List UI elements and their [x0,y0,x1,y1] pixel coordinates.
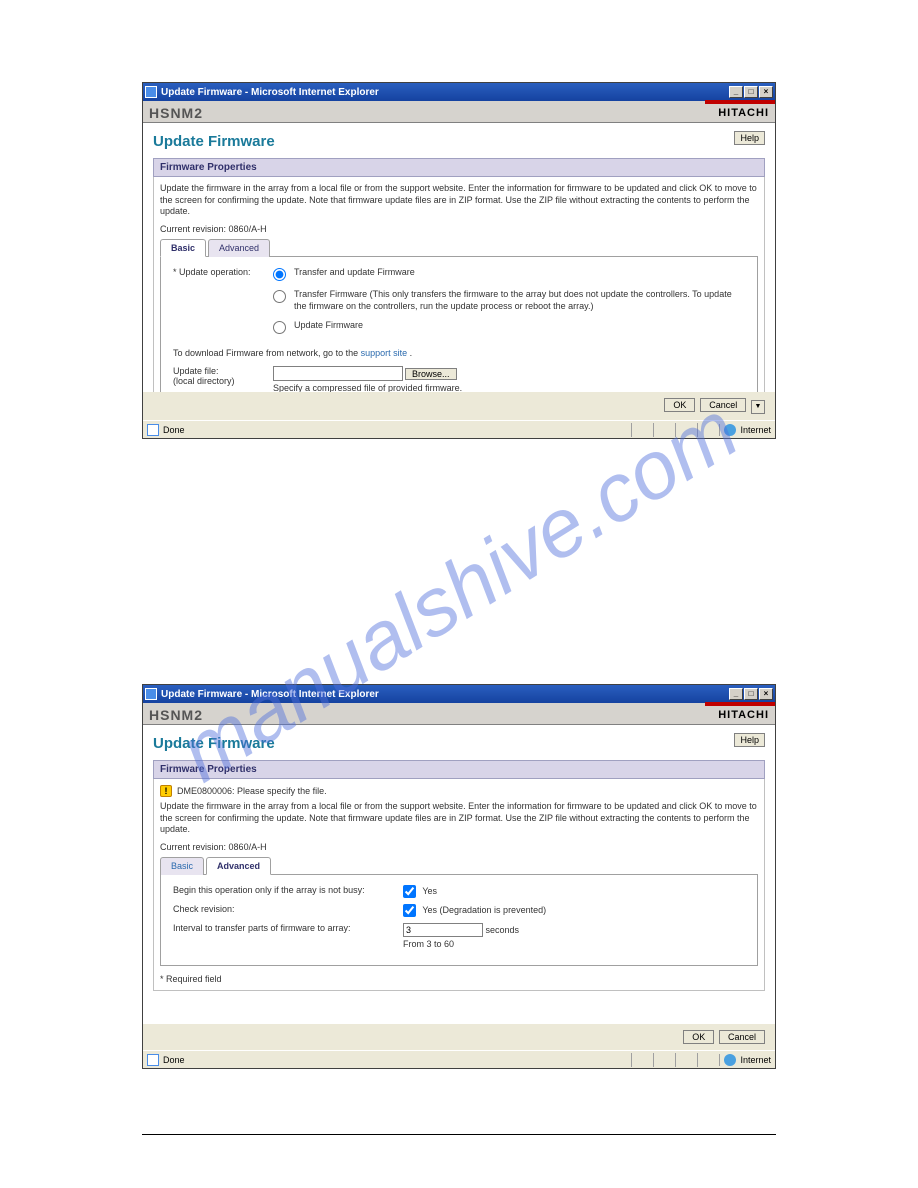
help-button[interactable]: Help [734,733,765,747]
update-file-sublabel: (local directory) [173,376,273,386]
maximize-button[interactable]: □ [744,86,758,98]
ok-button[interactable]: OK [683,1030,714,1044]
zone-label: Internet [740,1055,771,1065]
close-button[interactable]: × [759,86,773,98]
security-zone: Internet [719,1054,771,1066]
required-field-note: * Required field [160,974,758,984]
app-name: HSNM2 [143,703,775,727]
description-text: Update the firmware in the array from a … [160,801,758,836]
zone-label: Internet [740,425,771,435]
interval-input[interactable] [403,923,483,937]
download-text: To download Firmware from network, go to… [173,348,745,358]
check-revision-checkbox[interactable] [403,904,416,917]
panel-body: ! DME0800006: Please specify the file. U… [153,779,765,991]
tab-advanced[interactable]: Advanced [206,857,271,875]
page-icon [147,424,159,436]
close-button[interactable]: × [759,688,773,700]
begin-operation-label: Begin this operation only if the array i… [173,885,403,895]
panel-header: Firmware Properties [153,760,765,779]
alert-message: ! DME0800006: Please specify the file. [160,785,758,797]
file-hint: Specify a compressed file of provided fi… [273,383,745,392]
titlebar: Update Firmware - Microsoft Internet Exp… [143,685,775,703]
tab-basic[interactable]: Basic [160,857,204,875]
maximize-button[interactable]: □ [744,688,758,700]
cancel-button[interactable]: Cancel [700,398,746,412]
update-operation-label: * Update operation: [173,267,273,277]
window-title: Update Firmware - Microsoft Internet Exp… [161,689,728,700]
status-text: Done [163,425,631,435]
panel-header: Firmware Properties [153,158,765,177]
tab-advanced[interactable]: Advanced [208,239,270,257]
status-bar: Done Internet [143,1050,775,1068]
radio-update-only-label: Update Firmware [294,320,745,332]
page-footer-rule [142,1134,776,1135]
minimize-button[interactable]: _ [729,688,743,700]
status-text: Done [163,1055,631,1065]
tab-pane-basic: * Update operation: Transfer and update … [160,257,758,392]
ok-button[interactable]: OK [664,398,695,412]
tabs: Basic Advanced [160,238,758,257]
security-zone: Internet [719,424,771,436]
radio-transfer-and-update-label: Transfer and update Firmware [294,267,745,279]
help-button[interactable]: Help [734,131,765,145]
browser-window-advanced: Update Firmware - Microsoft Internet Exp… [142,684,776,1069]
check-revision-yes: Yes (Degradation is prevented) [422,905,546,915]
status-bar: Done Internet [143,420,775,438]
radio-transfer-and-update[interactable] [273,268,286,281]
support-site-link[interactable]: support site [361,348,408,358]
panel-body: Update the firmware in the array from a … [153,177,765,392]
internet-zone-icon [724,424,736,436]
radio-transfer-only[interactable] [273,290,286,303]
interval-units: seconds [486,925,520,935]
interval-range: From 3 to 60 [403,939,745,949]
app-bar: HSNM2 HITACHI [143,703,775,725]
description-text: Update the firmware in the array from a … [160,183,758,218]
current-revision-label: Current revision: [160,842,226,852]
begin-operation-yes: Yes [422,886,437,896]
scroll-down-icon[interactable]: ▼ [751,400,765,414]
interval-label: Interval to transfer parts of firmware t… [173,923,403,933]
radio-transfer-only-label: Transfer Firmware (This only transfers t… [294,289,745,312]
radio-update-only[interactable] [273,321,286,334]
begin-operation-checkbox[interactable] [403,885,416,898]
brand-stripe [705,100,775,104]
ie-icon [145,688,157,700]
check-revision-label: Check revision: [173,904,403,914]
minimize-button[interactable]: _ [729,86,743,98]
download-suffix: . [407,348,412,358]
cancel-button[interactable]: Cancel [719,1030,765,1044]
download-prefix: To download Firmware from network, go to… [173,348,361,358]
footer-buttons: OK Cancel ▼ [143,392,775,420]
internet-zone-icon [724,1054,736,1066]
ie-icon [145,86,157,98]
browser-window-basic: Update Firmware - Microsoft Internet Exp… [142,82,776,439]
current-revision-value: 0860/A-H [229,842,267,852]
brand-label: HITACHI [718,709,769,721]
browse-button[interactable]: Browse... [405,368,457,380]
update-file-input[interactable] [273,366,403,381]
titlebar: Update Firmware - Microsoft Internet Exp… [143,83,775,101]
window-title: Update Firmware - Microsoft Internet Exp… [161,87,728,98]
current-revision: Current revision: 0860/A-H [160,842,758,852]
page-title: Update Firmware [153,129,765,158]
current-revision-value: 0860/A-H [229,224,267,234]
footer-buttons: OK Cancel [143,1024,775,1050]
tab-pane-advanced: Begin this operation only if the array i… [160,875,758,966]
page-icon [147,1054,159,1066]
tabs: Basic Advanced [160,856,758,875]
alert-text: DME0800006: Please specify the file. [177,786,327,796]
app-bar: HSNM2 HITACHI [143,101,775,123]
brand-stripe [705,702,775,706]
page-title: Update Firmware [153,731,765,760]
app-name: HSNM2 [143,101,775,125]
warning-icon: ! [160,785,172,797]
update-file-label: Update file: [173,366,273,376]
brand-label: HITACHI [718,107,769,119]
current-revision: Current revision: 0860/A-H [160,224,758,234]
tab-basic[interactable]: Basic [160,239,206,257]
current-revision-label: Current revision: [160,224,226,234]
